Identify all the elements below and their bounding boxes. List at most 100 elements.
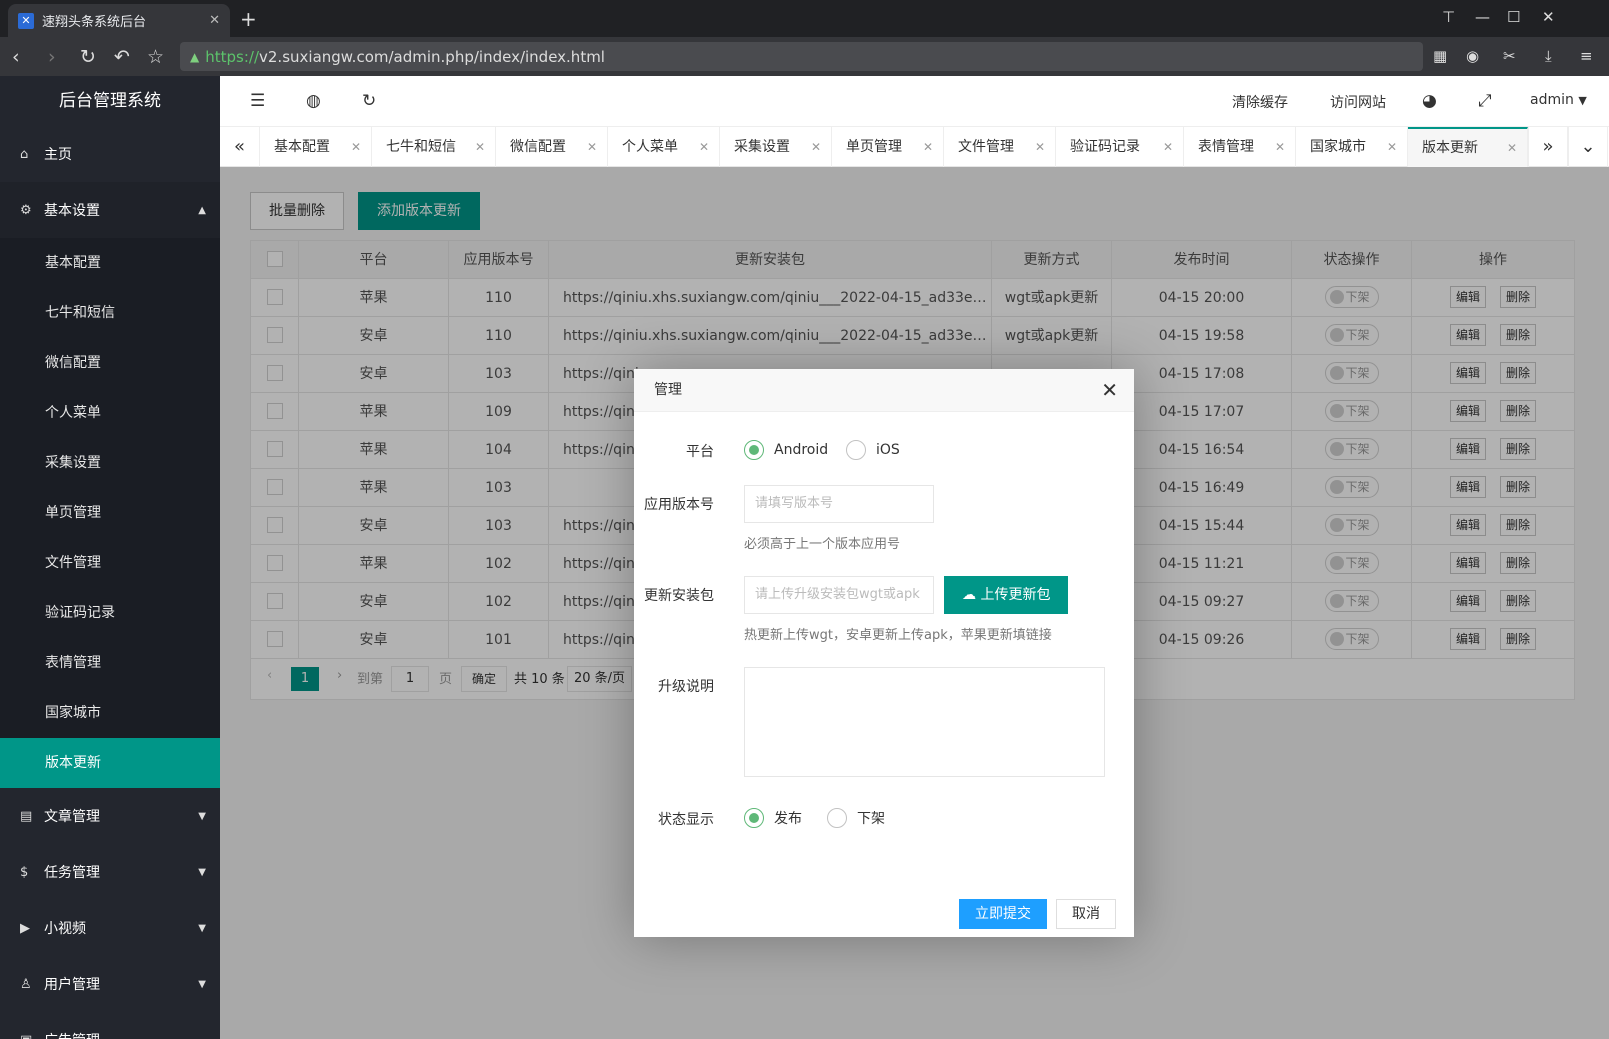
page-tab[interactable]: 表情管理 ✕	[1184, 127, 1296, 167]
refresh-icon[interactable]: ↻	[362, 91, 376, 111]
sidebar-subitem-active[interactable]: 版本更新	[0, 738, 220, 788]
tabs-dropdown-icon[interactable]: ⌄	[1568, 127, 1608, 167]
close-window-button[interactable]: ✕	[1542, 8, 1555, 26]
url-field[interactable]: ▲ https:// v2.suxiangw.com/admin.php/ind…	[180, 42, 1423, 71]
undo-close-icon[interactable]: ↶	[114, 46, 130, 68]
ads-icon: ▣	[20, 1033, 44, 1039]
cloud-upload-icon: ☁	[962, 587, 976, 603]
radio-offline[interactable]: 下架	[827, 808, 885, 828]
maximize-button[interactable]: ☐	[1507, 8, 1520, 26]
download-icon[interactable]: ⤓	[1545, 47, 1552, 65]
page-tab-label: 表情管理	[1198, 139, 1254, 155]
tabs-scroll-right-icon[interactable]: »	[1528, 127, 1568, 167]
close-icon[interactable]: ✕	[811, 127, 821, 167]
sidebar-subitem[interactable]: 采集设置	[0, 438, 220, 488]
sidebar-subitem[interactable]: 文件管理	[0, 538, 220, 588]
page-tab[interactable]: 七牛和短信 ✕	[372, 127, 496, 167]
admin-user-menu[interactable]: admin ▼	[1530, 92, 1587, 108]
cancel-button[interactable]: 取消	[1056, 899, 1116, 929]
version-input[interactable]: 请填写版本号	[744, 485, 934, 523]
menu-icon[interactable]: ≡	[1580, 47, 1593, 65]
close-icon[interactable]: ✕	[1387, 127, 1397, 167]
sidebar-item-label: 广告管理	[44, 1030, 100, 1039]
sidebar-subitem[interactable]: 基本配置	[0, 238, 220, 288]
bookmark-star-icon[interactable]: ☆	[147, 46, 164, 68]
close-icon[interactable]: ✕	[1163, 127, 1173, 167]
caret-down-icon: ▼	[198, 810, 206, 822]
sidebar-subitem[interactable]: 七牛和短信	[0, 288, 220, 338]
scissors-icon[interactable]: ✂	[1503, 47, 1516, 65]
forward-icon[interactable]: ›	[48, 46, 56, 68]
radio-publish[interactable]: 发布	[744, 808, 802, 828]
page-tab[interactable]: 个人菜单 ✕	[608, 127, 720, 167]
minimize-button[interactable]: —	[1475, 8, 1490, 26]
close-icon[interactable]: ✕	[475, 127, 485, 167]
back-icon[interactable]: ‹	[12, 46, 20, 68]
page-tab[interactable]: 单页管理 ✕	[832, 127, 944, 167]
fullscreen-icon[interactable]: ⤢	[1478, 91, 1492, 111]
notes-textarea[interactable]	[744, 667, 1105, 777]
pin-window-icon[interactable]: ⊤	[1442, 8, 1455, 26]
browser-tab[interactable]: ✕ 速翔头条系统后台 ✕	[8, 4, 230, 37]
caret-down-icon: ▼	[1578, 94, 1587, 107]
page-tab[interactable]: 国家城市 ✕	[1296, 127, 1408, 167]
sidebar-item-basic-settings[interactable]: ⚙ 基本设置 ▲	[0, 182, 220, 238]
page-tab[interactable]: 文件管理 ✕	[944, 127, 1056, 167]
browser-tab-close-icon[interactable]: ✕	[209, 13, 220, 28]
sidebar-subitem[interactable]: 验证码记录	[0, 588, 220, 638]
user-icon: ♙	[20, 976, 32, 992]
close-icon[interactable]: ✕	[351, 127, 361, 167]
sidebar-item-article[interactable]: ▤ 文章管理 ▼	[0, 788, 220, 844]
page-tab[interactable]: 基本配置 ✕	[260, 127, 372, 167]
upload-label: 上传更新包	[980, 587, 1051, 603]
caret-down-icon: ▼	[198, 978, 206, 990]
sidebar-item-video[interactable]: ▶ 小视频 ▼	[0, 900, 220, 956]
radio-android[interactable]: Android	[744, 440, 828, 460]
page-tab-active[interactable]: 版本更新 ✕	[1408, 127, 1528, 167]
menu-collapse-icon[interactable]: ☰	[250, 91, 265, 111]
page-tab[interactable]: 验证码记录 ✕	[1056, 127, 1184, 167]
extension-icon[interactable]: ◉	[1466, 47, 1479, 65]
close-icon[interactable]: ✕	[1101, 378, 1118, 402]
page-tab-label: 验证码记录	[1070, 139, 1140, 155]
sidebar-item-task[interactable]: $ 任务管理 ▼	[0, 844, 220, 900]
new-tab-button[interactable]: +	[240, 7, 257, 31]
sidebar-subitem[interactable]: 微信配置	[0, 338, 220, 388]
palette-icon[interactable]: ◕	[1422, 91, 1437, 111]
sidebar-item-home[interactable]: ⌂ 主页	[0, 126, 220, 182]
clear-cache-link[interactable]: 清除缓存	[1232, 92, 1288, 112]
radio-label: 发布	[774, 811, 802, 827]
address-bar: ‹ › ↻ ↶ ☆ ▲ https:// v2.suxiangw.com/adm…	[0, 37, 1609, 76]
sidebar-subitem[interactable]: 国家城市	[0, 688, 220, 738]
visit-site-link[interactable]: 访问网站	[1330, 92, 1386, 112]
page-tab[interactable]: 采集设置 ✕	[720, 127, 832, 167]
browser-tab-title: 速翔头条系统后台	[42, 15, 147, 30]
sidebar-subitem[interactable]: 单页管理	[0, 488, 220, 538]
submit-button[interactable]: 立即提交	[959, 899, 1047, 929]
close-icon[interactable]: ✕	[1275, 127, 1285, 167]
home-icon: ⌂	[20, 146, 29, 162]
tabs-scroll-left-icon[interactable]: «	[220, 127, 260, 167]
sidebar: 后台管理系统 ⌂ 主页 ⚙ 基本设置 ▲ 基本配置 七牛和短信 微信配置 个人菜…	[0, 76, 220, 1039]
sidebar-subitem[interactable]: 表情管理	[0, 638, 220, 688]
url-text: v2.suxiangw.com/admin.php/index/index.ht…	[259, 47, 605, 66]
close-icon[interactable]: ✕	[587, 127, 597, 167]
page-tab-label: 单页管理	[846, 139, 902, 155]
page-tab[interactable]: 微信配置 ✕	[496, 127, 608, 167]
version-label: 应用版本号	[644, 497, 714, 513]
reload-icon[interactable]: ↻	[80, 46, 96, 68]
radio-ios[interactable]: iOS	[846, 440, 900, 460]
upload-package-button[interactable]: ☁ 上传更新包	[944, 576, 1069, 614]
close-icon[interactable]: ✕	[1035, 127, 1045, 167]
sidebar-subitem[interactable]: 个人菜单	[0, 388, 220, 438]
apps-grid-icon[interactable]: ▦	[1433, 47, 1447, 65]
close-icon[interactable]: ✕	[699, 127, 709, 167]
close-icon[interactable]: ✕	[1507, 129, 1517, 167]
sidebar-item-ads[interactable]: ▣ 广告管理	[0, 1012, 220, 1039]
sidebar-item-label: 主页	[44, 147, 72, 163]
globe-icon[interactable]: ◍	[306, 91, 321, 111]
package-input[interactable]: 请上传升级安装包wgt或apk	[744, 576, 934, 614]
sidebar-item-users[interactable]: ♙ 用户管理 ▼	[0, 956, 220, 1012]
package-hint: 热更新上传wgt，安卓更新上传apk，苹果更新填链接	[744, 628, 1052, 643]
close-icon[interactable]: ✕	[923, 127, 933, 167]
